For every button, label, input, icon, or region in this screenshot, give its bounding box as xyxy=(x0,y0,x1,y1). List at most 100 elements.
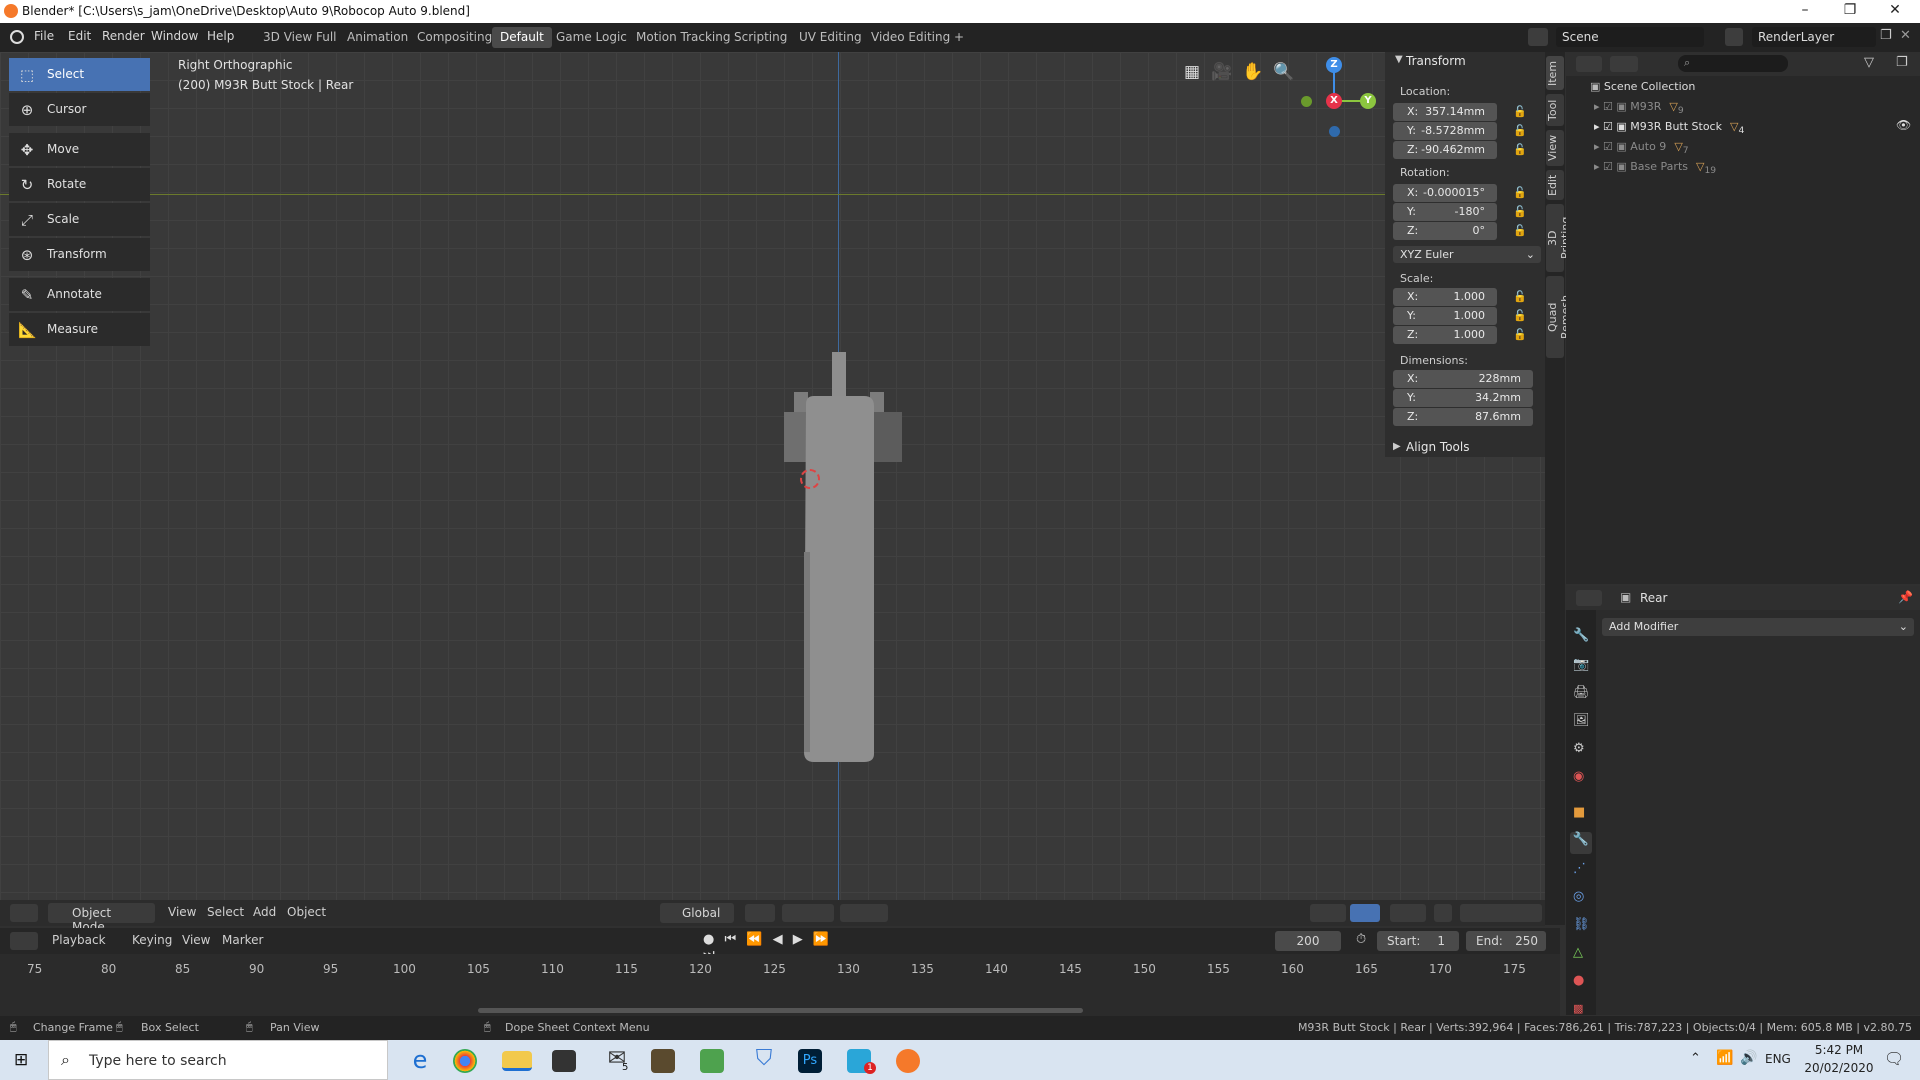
modifier-wrench-icon[interactable]: 🔧 xyxy=(1570,832,1592,854)
tab-3d-printing[interactable]: 3D Printing xyxy=(1546,204,1572,272)
menu-marker[interactable]: Marker xyxy=(222,933,263,947)
menu-help[interactable]: Help xyxy=(207,29,234,43)
outliner-item[interactable]: ▸ ☑ ▣ Auto 9 ▽7 xyxy=(1594,138,1689,156)
start-frame-field[interactable]: Start: 1 xyxy=(1377,931,1459,951)
lock-icon[interactable]: 🔓 xyxy=(1513,328,1527,342)
photoshop-icon[interactable]: Ps xyxy=(798,1049,822,1073)
wifi-icon[interactable]: 📶 xyxy=(1716,1050,1733,1066)
menu-playback[interactable]: Playback xyxy=(52,933,106,947)
timeline-scrollbar[interactable] xyxy=(478,1008,1083,1013)
tab-game-logic[interactable]: Game Logic xyxy=(548,27,635,48)
menu-edit[interactable]: Edit xyxy=(68,29,91,43)
gizmo-y[interactable]: Y xyxy=(1360,93,1376,109)
output-icon[interactable]: 🖨 xyxy=(1573,685,1590,700)
menu-object[interactable]: Object xyxy=(287,905,326,919)
add-modifier-dropdown[interactable]: Add Modifier ⌄ xyxy=(1602,618,1914,636)
app-icon[interactable] xyxy=(651,1049,675,1073)
new-collection-icon[interactable]: ❐ xyxy=(1896,55,1914,72)
windows-start-icon[interactable]: ⊞ xyxy=(14,1051,32,1069)
tab-uv-editing[interactable]: UV Editing xyxy=(791,27,870,48)
scene-props-icon[interactable]: ⚙ xyxy=(1573,741,1585,756)
remove-layer-icon[interactable]: ✕ xyxy=(1900,28,1914,46)
lock-icon[interactable]: 🔓 xyxy=(1513,143,1527,157)
scene-selector[interactable]: Scene xyxy=(1556,27,1704,47)
rotation-x-field[interactable]: X: -0.000015° xyxy=(1393,184,1497,202)
menu-select[interactable]: Select xyxy=(207,905,244,919)
menu-window[interactable]: Window xyxy=(151,29,198,43)
tab-3d-view-full[interactable]: 3D View Full xyxy=(255,27,345,48)
editor-type-icon[interactable] xyxy=(10,904,38,922)
tab-tool[interactable]: Tool xyxy=(1546,94,1564,126)
tab-edit[interactable]: Edit xyxy=(1546,170,1564,200)
snap-icon[interactable] xyxy=(782,904,834,922)
editor-type-icon[interactable] xyxy=(1576,590,1602,606)
object-data-tab-icon[interactable]: △ xyxy=(1573,945,1583,960)
lock-icon[interactable]: 🔓 xyxy=(1513,186,1527,200)
transform-header[interactable]: Transform xyxy=(1406,54,1466,68)
tool-cursor[interactable]: ⊕ Cursor xyxy=(9,93,150,126)
location-x-field[interactable]: X: 357.14mm xyxy=(1393,103,1497,121)
menu-render[interactable]: Render xyxy=(102,29,145,43)
tab-motion-tracking[interactable]: Motion Tracking xyxy=(628,27,738,48)
grid-toggle-icon[interactable]: ▦ xyxy=(1180,62,1204,86)
menu-timeline-view[interactable]: View xyxy=(182,933,210,947)
physics-icon[interactable]: ◎ xyxy=(1573,889,1584,904)
object-props-icon[interactable]: ■ xyxy=(1573,805,1585,820)
scale-z-field[interactable]: Z: 1.000 xyxy=(1393,326,1497,344)
current-frame-field[interactable]: 200 xyxy=(1275,931,1341,951)
tab-item[interactable]: Item xyxy=(1546,56,1564,90)
gizmo-toggle-icon[interactable] xyxy=(1350,904,1380,922)
mode-select[interactable]: Object Mode xyxy=(48,903,155,934)
transform-collapse-icon[interactable]: ▼ xyxy=(1395,54,1403,65)
menu-add[interactable]: Add xyxy=(253,905,276,919)
playback-controls[interactable]: ● ⏮ ⏪ ◀ ▶ ⏩ ⏭ xyxy=(703,932,838,962)
pivot-point-icon[interactable] xyxy=(745,904,775,922)
material-icon[interactable]: ● xyxy=(1573,973,1584,988)
editor-type-icon[interactable] xyxy=(10,932,38,950)
tab-view[interactable]: View xyxy=(1546,130,1564,166)
tab-default[interactable]: Default xyxy=(492,27,552,48)
scene-collection-row[interactable]: ▣ Scene Collection xyxy=(1590,78,1695,96)
app-icon[interactable] xyxy=(700,1049,724,1073)
render-layer-selector[interactable]: RenderLayer xyxy=(1752,27,1876,47)
notifications-icon[interactable]: 🗨 xyxy=(1884,1049,1904,1068)
lock-icon[interactable]: 🔓 xyxy=(1513,205,1527,219)
pin-icon[interactable]: 📌 xyxy=(1898,590,1913,604)
stopwatch-icon[interactable]: ⏱ xyxy=(1356,932,1366,947)
filter-icon[interactable]: ▽ xyxy=(1864,55,1888,72)
tab-scripting[interactable]: Scripting xyxy=(726,27,795,48)
dimension-z-field[interactable]: Z: 87.6mm xyxy=(1393,408,1533,426)
visibility-icon[interactable] xyxy=(1310,904,1346,922)
shield-icon[interactable]: ⛉ xyxy=(749,1046,779,1074)
outliner-item[interactable]: ▸ ☑ ▣ Base Parts ▽19 xyxy=(1594,158,1716,176)
tab-compositing[interactable]: Compositing xyxy=(409,27,500,48)
view-layer-icon[interactable]: 🖼 xyxy=(1573,713,1590,728)
gizmo-x[interactable]: X xyxy=(1326,93,1342,109)
lock-icon[interactable]: 🔓 xyxy=(1513,309,1527,323)
align-tools-expand-icon[interactable]: ▶ xyxy=(1393,441,1401,452)
constraints-icon[interactable]: ⛓ xyxy=(1573,917,1590,932)
close-button[interactable]: ✕ xyxy=(1875,2,1915,21)
editor-type-icon[interactable] xyxy=(1576,56,1602,72)
camera-view-icon[interactable]: 🎥 xyxy=(1210,62,1234,86)
tool-transform[interactable]: ⊛ Transform xyxy=(9,238,150,271)
gizmo-neg-z[interactable] xyxy=(1329,126,1340,137)
xray-icon[interactable] xyxy=(1434,904,1452,922)
lock-icon[interactable]: 🔓 xyxy=(1513,224,1527,238)
outliner-search[interactable]: ⌕ xyxy=(1678,55,1788,72)
rotation-z-field[interactable]: Z: 0° xyxy=(1393,222,1497,240)
lock-icon[interactable]: 🔓 xyxy=(1513,105,1527,119)
timeline-ruler[interactable]: 75 80 85 90 95 100 105 110 115 120 125 1… xyxy=(0,954,1560,1016)
edge-icon[interactable]: e xyxy=(405,1046,435,1074)
butt-stock-model[interactable] xyxy=(778,352,908,762)
menu-file[interactable]: File xyxy=(34,29,54,43)
shading-mode-icons[interactable] xyxy=(1460,904,1542,922)
render-icon[interactable]: 📷 xyxy=(1573,657,1589,672)
particles-icon[interactable]: ⋰ xyxy=(1573,861,1586,876)
tray-chevron-icon[interactable]: ⌃ xyxy=(1690,1051,1701,1066)
tool-scale[interactable]: ⤢ Scale xyxy=(9,203,150,236)
pan-hand-icon[interactable]: ✋ xyxy=(1241,62,1265,86)
end-frame-field[interactable]: End: 250 xyxy=(1466,931,1546,951)
clock-date[interactable]: 20/02/2020 xyxy=(1802,1061,1876,1075)
overlays-icon[interactable] xyxy=(1390,904,1426,922)
